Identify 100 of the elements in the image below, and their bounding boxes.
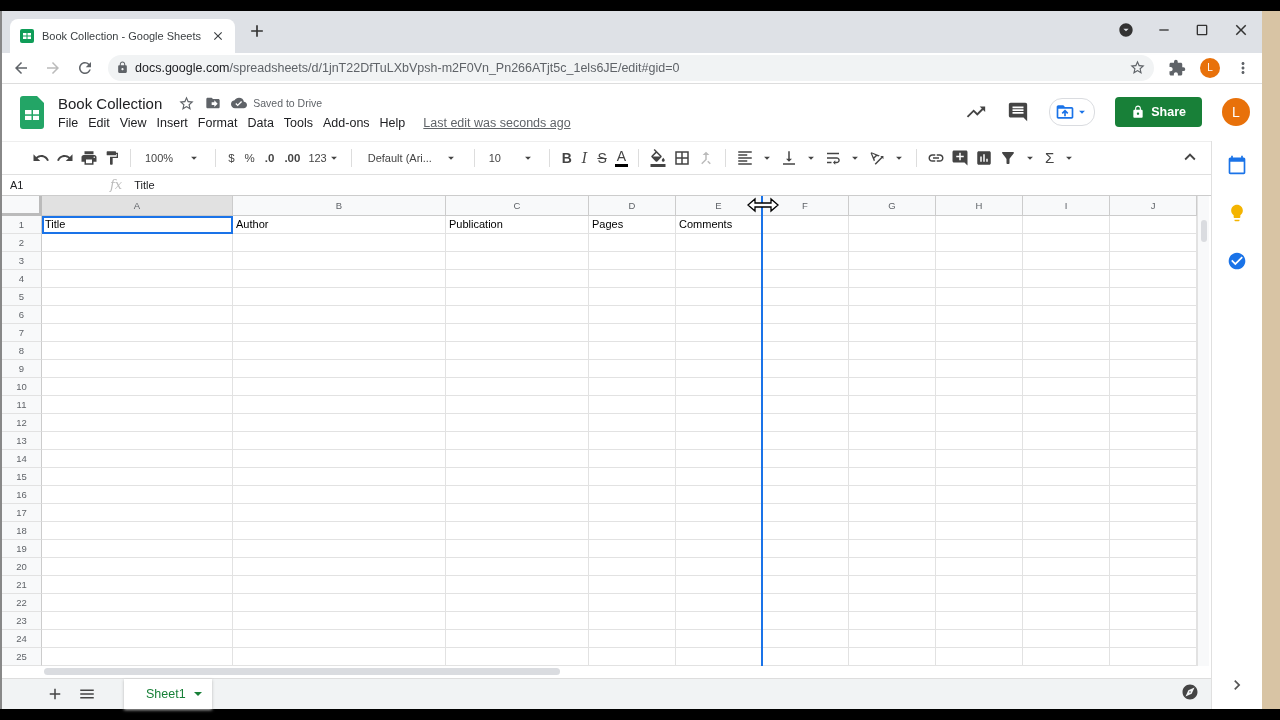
table-cell[interactable] <box>233 521 446 540</box>
functions-button[interactable]: Σ <box>1043 149 1057 167</box>
strikethrough-button[interactable]: S <box>595 149 609 166</box>
menu-item[interactable]: Edit <box>88 115 110 130</box>
table-cell[interactable] <box>1023 233 1110 252</box>
tasks-icon[interactable] <box>1227 250 1247 271</box>
table-cell[interactable] <box>42 485 233 504</box>
table-cell[interactable] <box>233 395 446 414</box>
table-cell[interactable] <box>233 593 446 612</box>
table-cell[interactable] <box>446 485 589 504</box>
sheet-tab[interactable]: Sheet1 <box>124 678 212 709</box>
table-cell[interactable] <box>589 539 676 558</box>
table-cell[interactable] <box>42 593 233 612</box>
table-cell[interactable] <box>589 575 676 594</box>
table-cell[interactable] <box>446 341 589 360</box>
table-cell[interactable] <box>849 629 936 648</box>
table-cell[interactable] <box>1023 449 1110 468</box>
table-cell[interactable] <box>1023 521 1110 540</box>
table-cell[interactable] <box>589 647 676 666</box>
table-cell[interactable] <box>446 431 589 450</box>
table-cell[interactable] <box>233 341 446 360</box>
table-cell[interactable] <box>849 251 936 270</box>
table-cell[interactable] <box>589 251 676 270</box>
table-cell[interactable] <box>233 557 446 576</box>
table-cell[interactable] <box>589 503 676 522</box>
table-cell[interactable] <box>42 575 233 594</box>
table-cell[interactable] <box>849 575 936 594</box>
table-cell[interactable] <box>446 287 589 306</box>
last-edit-link[interactable]: Last edit was seconds ago <box>423 115 571 130</box>
table-cell[interactable] <box>936 323 1023 342</box>
table-cell[interactable] <box>446 557 589 576</box>
table-cell[interactable] <box>446 647 589 666</box>
table-cell[interactable] <box>849 305 936 324</box>
menu-item[interactable]: Data <box>247 115 274 130</box>
table-cell[interactable] <box>42 467 233 486</box>
table-cell[interactable] <box>1023 431 1110 450</box>
column-resize-line[interactable] <box>761 195 763 666</box>
table-cell[interactable] <box>42 629 233 648</box>
zoom-dropdown[interactable]: 100% <box>141 150 206 165</box>
table-cell[interactable] <box>446 503 589 522</box>
menu-item[interactable]: Format <box>197 115 238 130</box>
lock-icon[interactable] <box>1131 105 1146 120</box>
table-cell[interactable] <box>1023 305 1110 324</box>
table-cell[interactable] <box>849 269 936 288</box>
table-cell[interactable] <box>849 521 936 540</box>
table-cell[interactable] <box>936 449 1023 468</box>
column-header[interactable]: G <box>849 195 936 216</box>
table-cell[interactable] <box>446 251 589 270</box>
table-cell[interactable] <box>1023 629 1110 648</box>
table-cell[interactable] <box>233 629 446 648</box>
increase-decimals-button[interactable]: .00 <box>282 151 303 164</box>
table-cell[interactable] <box>1023 323 1110 342</box>
table-cell[interactable] <box>936 629 1023 648</box>
text-color-button[interactable]: A <box>614 148 629 168</box>
table-cell[interactable] <box>849 233 936 252</box>
column-header[interactable]: J <box>1110 195 1197 216</box>
table-cell[interactable] <box>42 323 233 342</box>
table-cell[interactable] <box>1023 485 1110 504</box>
table-cell[interactable] <box>233 233 446 252</box>
table-cell[interactable] <box>1023 611 1110 630</box>
table-cell[interactable] <box>233 467 446 486</box>
font-size-dropdown[interactable]: 10 <box>484 150 539 165</box>
table-cell[interactable] <box>589 305 676 324</box>
table-cell[interactable] <box>849 413 936 432</box>
document-title[interactable]: Book Collection <box>58 94 163 112</box>
table-cell[interactable] <box>589 341 676 360</box>
table-cell[interactable] <box>233 269 446 288</box>
table-cell[interactable] <box>936 611 1023 630</box>
table-cell[interactable] <box>42 395 233 414</box>
table-cell[interactable] <box>42 251 233 270</box>
table-cell[interactable] <box>233 575 446 594</box>
column-header[interactable]: A <box>42 195 233 216</box>
column-header[interactable]: D <box>589 195 676 216</box>
table-cell[interactable] <box>936 341 1023 360</box>
table-cell[interactable] <box>42 413 233 432</box>
table-cell[interactable] <box>849 611 936 630</box>
menu-item[interactable]: File <box>58 115 79 130</box>
print-icon[interactable] <box>80 148 98 167</box>
table-cell[interactable] <box>849 539 936 558</box>
table-cell[interactable] <box>936 269 1023 288</box>
table-cell[interactable] <box>1023 377 1110 396</box>
table-cell[interactable] <box>849 467 936 486</box>
table-cell[interactable] <box>42 539 233 558</box>
table-cell[interactable] <box>1023 557 1110 576</box>
table-cell[interactable] <box>446 629 589 648</box>
explore-icon[interactable] <box>1181 682 1199 701</box>
table-cell[interactable] <box>849 647 936 666</box>
table-cell[interactable] <box>1023 287 1110 306</box>
table-cell[interactable] <box>589 287 676 306</box>
table-cell[interactable] <box>589 323 676 342</box>
table-cell[interactable] <box>849 593 936 612</box>
table-cell[interactable] <box>233 539 446 558</box>
font-dropdown[interactable]: Default (Ari... <box>361 150 464 165</box>
star-icon[interactable] <box>1129 59 1146 77</box>
table-cell[interactable] <box>42 377 233 396</box>
table-cell[interactable] <box>936 485 1023 504</box>
table-cell[interactable] <box>589 485 676 504</box>
horizontal-scrollbar[interactable] <box>44 668 560 676</box>
table-cell[interactable] <box>42 359 233 378</box>
menu-item[interactable]: View <box>119 115 147 130</box>
